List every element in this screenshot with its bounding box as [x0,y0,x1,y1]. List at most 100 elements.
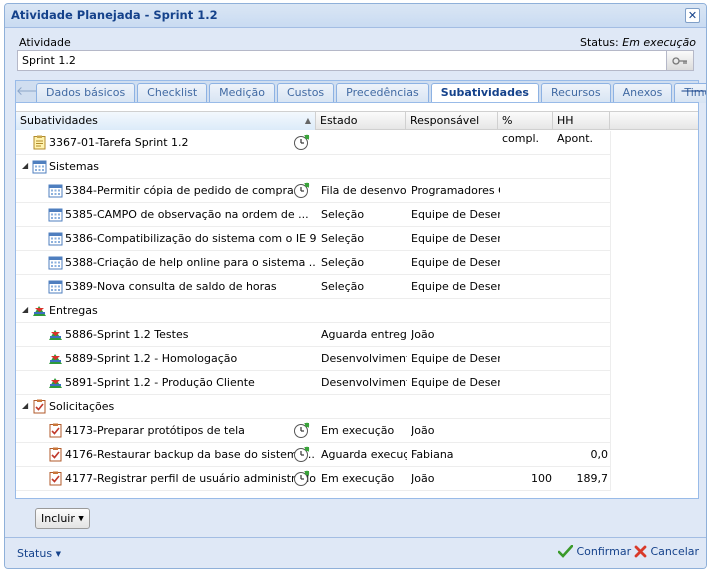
expand-collapse-icon[interactable]: ◢ [22,306,30,314]
table-row[interactable]: 3367-01-Tarefa Sprint 1.2 [16,131,610,155]
tree-group-row[interactable]: ◢ Sistemas [16,155,610,179]
expand-collapse-icon[interactable]: ◢ [22,402,30,410]
status-menu-button[interactable]: Status ▼ [17,547,61,560]
tree-group-row[interactable]: ◢ Entregas [16,299,610,323]
table-row[interactable]: 5386-Compatibilização do sistema com o I… [16,227,610,251]
delivery-icon [49,378,62,388]
status-display: Status: Em execução [580,36,696,49]
estado-cell: Aguarda execução [321,448,407,461]
tab-checklist[interactable]: Checklist [137,83,208,103]
responsavel-cell: Equipe de Desenvolvimento [411,352,500,365]
incluir-button[interactable]: Incluir ▼ [35,508,90,529]
grid-body: 3367-01-Tarefa Sprint 1.2 ◢ Sistemas 5384-P… [16,131,698,491]
timesheet-clock-icon[interactable] [293,446,310,463]
grid-header: Subatividades ▲ Estado Responsável % comp… [16,111,698,145]
subatividade-cell: 4177-Registrar perfil de usuário adminis… [16,467,316,490]
tab-subatividades[interactable]: Subatividades [430,83,539,104]
status-value: Em execução [622,36,696,49]
subatividade-name: Sistemas [49,160,100,173]
hh-apont-cell [553,275,608,298]
subatividade-cell: 4176-Restaurar backup da base do sistema… [16,443,316,466]
subatividade-cell: ◢ Sistemas [16,155,316,178]
tree-group-row[interactable]: ◢ Solicitações [16,395,610,419]
table-row[interactable]: 5389-Nova consulta de saldo de horas Sele… [16,275,610,299]
tab-strip: 🡐 Dados básicos Checklist Medição Custos Pre… [15,80,706,104]
table-row[interactable]: 4177-Registrar perfil de usuário adminis… [16,467,610,491]
responsavel-cell: Equipe de Desenvolvimento [411,376,500,389]
table-row[interactable]: 5891-Sprint 1.2 - Produção Cliente Desenv… [16,371,610,395]
table-row[interactable]: 5385-CAMPO de observação na ordem de ...… [16,203,610,227]
pct-compl-cell: 100 [531,472,552,485]
responsavel-cell: Programadores C# [411,184,500,197]
column-header-hh-apont[interactable]: HH Apont. [553,112,610,145]
pct-compl-cell [498,131,552,154]
tabs: Dados básicos Checklist Medição Custos Prece… [36,83,706,104]
pct-compl-cell [498,299,552,322]
tab-custos[interactable]: Custos [277,83,335,103]
subatividade-cell: ◢ Solicitações [16,395,316,418]
window-title: Atividade Planejada - Sprint 1.2 [11,8,218,22]
subatividade-cell: 5889-Sprint 1.2 - Homologação [16,347,316,370]
column-header-pct-compl[interactable]: % compl. [498,112,553,145]
subatividade-name: 4176-Restaurar backup da base do sistema… [65,448,315,461]
tab-scroll-right-icon[interactable]: 🡒 [680,81,706,102]
pct-compl-cell [498,371,552,394]
close-button[interactable]: ✕ [685,8,700,23]
tab-anexos[interactable]: Anexos [612,83,673,103]
responsavel-cell [411,299,500,322]
cancelar-button[interactable]: Cancelar [634,545,699,558]
table-row[interactable]: 5889-Sprint 1.2 - Homologação Desenvolvim… [16,347,610,371]
activity-form: Atividade Status: Em execução Sprint 1.2 [5,28,706,80]
hh-apont-cell [553,203,608,226]
table-row[interactable]: 4176-Restaurar backup da base do sistema… [16,443,610,467]
key-icon [672,57,687,65]
tab-recursos[interactable]: Recursos [540,83,611,103]
estado-cell [321,155,407,178]
tab-scroll-left-icon[interactable]: 🡐 [16,81,48,102]
table-row[interactable]: 5388-Criação de help online para o siste… [16,251,610,275]
dialog-window: Atividade Planejada - Sprint 1.2 ✕ Ativi… [4,3,707,569]
pct-compl-cell [498,443,552,466]
subatividade-cell: 5891-Sprint 1.2 - Produção Cliente [16,371,316,394]
atividade-label: Atividade [19,36,71,49]
timesheet-clock-icon[interactable] [293,422,310,439]
estado-cell [321,131,407,154]
expand-collapse-icon[interactable]: ◢ [22,162,30,170]
subatividade-name: 5384-Permitir cópia de pedido de compras [65,184,300,197]
hh-apont-cell [553,323,608,346]
timesheet-clock-icon[interactable] [293,182,310,199]
tab-medi-o[interactable]: Medição [209,83,275,103]
subatividade-name: 5886-Sprint 1.2 Testes [65,328,189,341]
cancel-x-icon [634,545,647,558]
subatividade-cell: 4173-Preparar protótipos de tela [16,419,316,442]
table-row[interactable]: 5886-Sprint 1.2 Testes Aguarda entrega Joã… [16,323,610,347]
title-bar: Atividade Planejada - Sprint 1.2 ✕ [5,4,706,28]
atividade-lookup-button[interactable] [667,50,694,71]
subatividade-cell: 5385-CAMPO de observação na ordem de ... [16,203,316,226]
estado-cell: Seleção [321,232,365,245]
estado-cell [321,299,407,322]
hh-apont-cell [553,371,608,394]
pct-compl-cell [498,347,552,370]
hh-apont-cell: 0,0 [590,448,609,461]
timesheet-clock-icon[interactable] [293,134,310,151]
pct-compl-cell [498,323,552,346]
table-row[interactable]: 4173-Preparar protótipos de tela Em execu… [16,419,610,443]
subatividade-cell: ◢ Entregas [16,299,316,322]
request-icon [33,399,46,414]
subatividade-name: 4177-Registrar perfil de usuário adminis… [65,472,316,485]
column-header-subatividades[interactable]: Subatividades ▲ [16,112,316,130]
responsavel-cell: João [411,328,435,341]
tab-preced-ncias[interactable]: Precedências [336,83,429,103]
atividade-field[interactable]: Sprint 1.2 [17,50,667,71]
hh-apont-cell [553,419,608,442]
table-row[interactable]: 5384-Permitir cópia de pedido de compras… [16,179,610,203]
timesheet-clock-icon[interactable] [293,470,310,487]
task-icon [33,135,46,150]
pct-compl-cell [498,203,552,226]
confirmar-button[interactable]: Confirmar [557,544,631,558]
column-header-estado[interactable]: Estado [316,112,406,130]
subatividade-name: 5388-Criação de help online para o siste… [65,256,316,269]
column-header-responsavel[interactable]: Responsável [406,112,498,130]
tab-dados-b-sicos[interactable]: Dados básicos [36,83,136,103]
